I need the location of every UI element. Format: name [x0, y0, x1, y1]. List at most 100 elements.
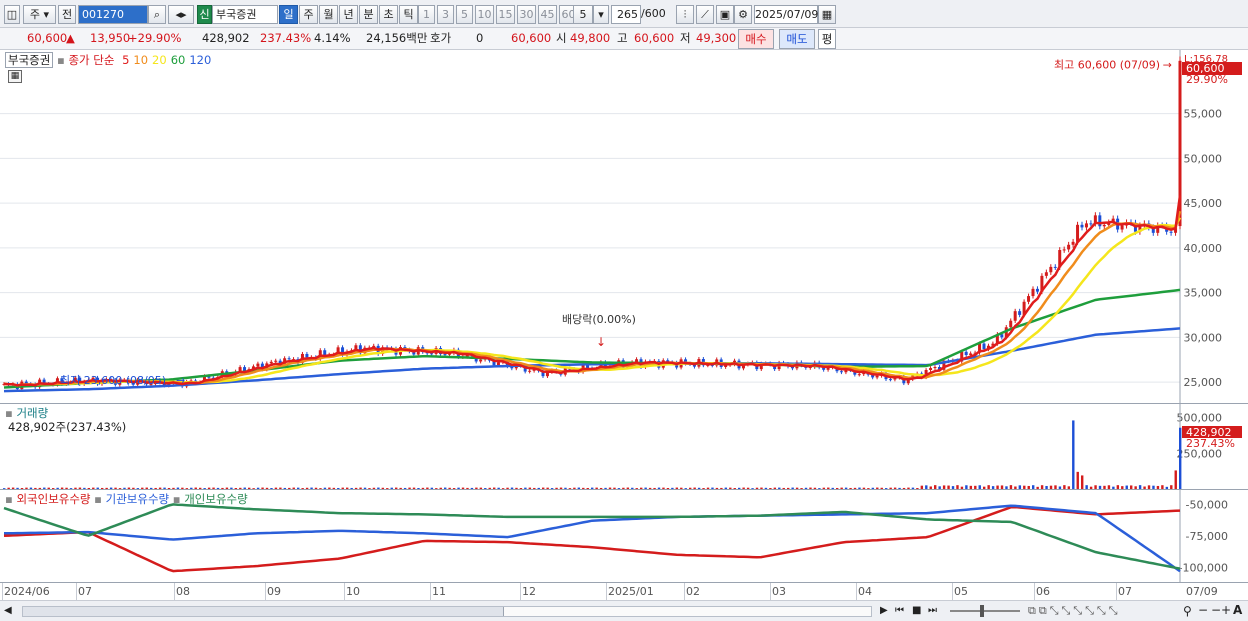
high-price: 60,600	[634, 31, 675, 45]
candle-body	[1013, 311, 1017, 321]
volume-bar	[279, 487, 282, 489]
volume-bar	[101, 487, 104, 489]
volume-bar	[1032, 485, 1035, 489]
change-percent: +29.90%	[128, 31, 182, 45]
minute-step-tab[interactable]: 1	[418, 5, 435, 24]
x-axis-tick	[520, 583, 521, 601]
save-icon[interactable]: ▣	[716, 5, 734, 24]
volume-bar	[947, 485, 950, 489]
fast-forward-icon[interactable]: ⏭	[928, 605, 937, 616]
candle-body	[430, 353, 434, 355]
scroll-right-icon[interactable]: ▶	[880, 605, 888, 616]
volume-bar	[185, 488, 189, 489]
volume-bar	[760, 487, 763, 489]
volume-bar	[1134, 486, 1137, 489]
x-axis-tick	[684, 583, 685, 601]
date-input[interactable]: 2025/07/09	[754, 5, 818, 24]
volume-bar	[1130, 485, 1133, 489]
high-annotation: 최고 60,600 (07/09)	[1054, 59, 1160, 72]
volume-chart[interactable]: 500,000250,000428,902237.43%	[0, 404, 1248, 490]
volume-bar	[885, 488, 888, 489]
step-select[interactable]: 5	[573, 5, 593, 24]
gear-icon[interactable]: ⚙	[734, 5, 752, 24]
minus-icon[interactable]: −	[1211, 603, 1221, 617]
volume-bar	[114, 487, 117, 489]
volume-bar	[622, 487, 625, 489]
search-icon[interactable]: ⌕	[148, 5, 166, 24]
volume-bar	[47, 487, 50, 489]
volume-bar	[265, 487, 269, 489]
volume-bar	[234, 488, 238, 489]
volume-bar	[978, 485, 981, 489]
volume-bar	[1156, 485, 1160, 489]
period-tab[interactable]: 주	[299, 5, 318, 24]
volume-bar	[479, 487, 483, 489]
volume-bar	[1036, 486, 1039, 489]
candle-body	[1071, 241, 1075, 245]
institution-holdings-label: 기관보유수량	[105, 492, 170, 506]
draw-tools-icon[interactable]: ⧉⧉⤡⤡⤡⤡⤡⤡	[1028, 604, 1121, 618]
buy-button[interactable]: 매수	[738, 29, 774, 49]
volume-bar	[902, 487, 906, 489]
volume-bar	[167, 487, 171, 489]
volume-bar	[818, 488, 821, 489]
scroll-left-icon[interactable]: ◀	[4, 605, 12, 616]
line-tool-icon[interactable]: ⟋	[696, 5, 714, 24]
period-tab[interactable]: 분	[359, 5, 378, 24]
scroll-thumb[interactable]	[503, 607, 871, 616]
price-chart[interactable]: 55,000 50,000 45,000 40,000 35,000 30,000 25,0…	[0, 50, 1248, 404]
search-small-icon[interactable]: ⚲	[1183, 604, 1192, 618]
low-arrow-icon: →	[176, 374, 185, 387]
low-label: 저	[680, 31, 691, 45]
period-tab[interactable]: 틱	[399, 5, 418, 24]
prev-button[interactable]: 전	[58, 5, 76, 24]
zoom-slider-handle[interactable]	[980, 605, 984, 617]
sell-button[interactable]: 매도	[779, 29, 815, 49]
volume-bar	[822, 487, 826, 489]
data-table-icon[interactable]: ▦	[8, 70, 22, 83]
zoom-in-icon[interactable]: +	[1221, 603, 1231, 617]
ask-value: 0	[476, 31, 484, 45]
period-tab[interactable]: 초	[379, 5, 398, 24]
minute-step-tab[interactable]: 5	[456, 5, 473, 24]
holdings-y-label: -50,000	[1186, 498, 1228, 511]
volume-bar	[194, 487, 197, 489]
volume-bar	[586, 487, 589, 489]
font-size-icon[interactable]: A	[1233, 603, 1242, 617]
volume-bar	[346, 487, 349, 489]
stock-code-input[interactable]: 001270	[78, 5, 148, 24]
volume-bar	[270, 488, 273, 489]
zoom-out-icon[interactable]: −	[1198, 603, 1208, 617]
rewind-icon[interactable]: ⏮	[895, 605, 904, 616]
volume-bar	[582, 487, 585, 489]
step-dropdown-icon[interactable]: ▾	[593, 5, 609, 24]
period-tab[interactable]: 년	[339, 5, 358, 24]
count-input[interactable]: 265	[611, 5, 641, 24]
foreign-holdings-label: 외국인보유수량	[16, 492, 91, 506]
minute-step-tab[interactable]: 10	[475, 5, 494, 24]
candle-icon[interactable]: ⫶	[676, 5, 694, 24]
volume-bar	[1049, 485, 1053, 489]
x-axis-tick	[265, 583, 266, 601]
speaker-icon[interactable]: ◂▸	[168, 5, 194, 24]
calendar-icon[interactable]: ▦	[818, 5, 836, 24]
candle-body	[1027, 296, 1031, 302]
eval-button[interactable]: 평	[818, 29, 836, 49]
volume-bar	[644, 487, 647, 489]
volume-bar	[550, 488, 554, 489]
period-tab[interactable]: 월	[319, 5, 338, 24]
volume-bar	[363, 487, 367, 489]
volume-bar	[831, 487, 834, 489]
volume-bar	[724, 487, 728, 489]
minute-step-tab[interactable]: 45	[538, 5, 557, 24]
period-tab[interactable]: 일	[279, 5, 298, 24]
market-select[interactable]: 주 ▾	[23, 5, 56, 24]
minute-step-tab[interactable]: 15	[496, 5, 515, 24]
stop-icon[interactable]: ■	[912, 605, 921, 616]
scroll-track[interactable]	[22, 606, 872, 617]
zoom-slider[interactable]	[950, 605, 1020, 617]
layout-icon[interactable]: ◫	[4, 5, 20, 24]
volume-bar	[693, 487, 696, 489]
minute-step-tab[interactable]: 30	[517, 5, 536, 24]
minute-step-tab[interactable]: 3	[437, 5, 454, 24]
